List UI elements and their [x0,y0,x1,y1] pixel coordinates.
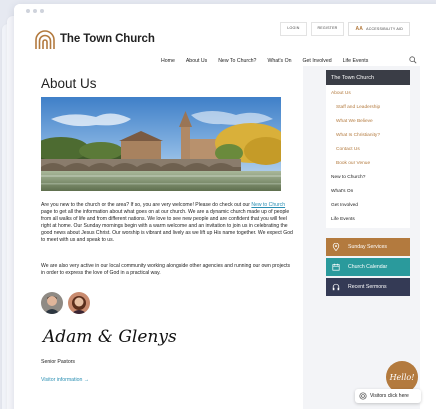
help-ring-icon [359,392,367,400]
utility-bar: LOGIN REGISTER AA ACCESSIBILITY AID [280,22,410,36]
sunday-services-label: Sunday Services [348,244,387,250]
nav-home[interactable]: Home [161,58,175,64]
sidebar-item-whats-on[interactable]: What's On [326,185,410,199]
new-to-church-link[interactable]: New to Church [251,202,285,208]
recent-sermons-button[interactable]: Recent Sermons [326,278,410,296]
visitors-click-here-label: Visitors click here [370,393,409,399]
sidebar-item-life-events[interactable]: Life Events [326,213,410,227]
recent-sermons-label: Recent Sermons [348,284,387,290]
login-button[interactable]: LOGIN [280,22,307,36]
sidebar-menu: About Us Staff and Leadership What We Be… [326,85,410,228]
register-button[interactable]: REGISTER [310,22,345,36]
nav-get-involved[interactable]: Get Involved [303,58,332,64]
intro-paragraph: Are you new to the church or the area? I… [41,202,293,245]
sidebar-item-get-involved[interactable]: Get Involved [326,199,410,213]
site-header: The Town Church LOGIN REGISTER AA ACCESS… [14,16,436,72]
nav-life-events[interactable]: Life Events [343,58,369,64]
intro-text-start: Are you new to the church or the area? I… [41,202,252,208]
church-arch-logo-icon[interactable] [34,30,56,50]
window-chrome [14,4,436,16]
church-calendar-label: Church Calendar [348,264,388,270]
window-dot [40,9,44,13]
pastor-adam-avatar [41,292,63,314]
main-nav: Home About Us New To Church? What's On G… [161,58,379,64]
calendar-icon [332,263,340,271]
sidebar-item-what-is-christianity[interactable]: What Is Christianity? [326,129,410,143]
search-icon[interactable] [409,56,417,64]
sunday-services-button[interactable]: Sunday Services [326,238,410,256]
sidebar-cta-group: Sunday Services Church Calendar Recent S… [326,238,410,296]
sidebar: The Town Church About Us Staff and Leade… [326,70,410,298]
map-pin-icon [332,243,340,251]
sidebar-item-staff-leadership[interactable]: Staff and Leadership [326,101,410,115]
sidebar-item-contact-us[interactable]: Contact Us [326,143,410,157]
site-title[interactable]: The Town Church [60,33,155,45]
sidebar-heading[interactable]: The Town Church [326,70,410,85]
sidebar-item-book-venue[interactable]: Book our Venue [326,157,410,171]
community-paragraph: We are also very active in our local com… [41,263,291,277]
senior-pastors-label: Senior Pastors [41,359,76,365]
nav-new-to-church[interactable]: New To Church? [218,58,256,64]
main-content: About Us Are you new to the church or th… [28,66,303,409]
pastors-signature: Adam & Glenys [41,327,177,347]
sidebar-item-about-us[interactable]: About Us [326,87,410,101]
visitor-information-link[interactable]: Visitor information → [41,377,89,383]
page-title: About Us [41,76,97,91]
window-dot [33,9,37,13]
content-area: About Us Are you new to the church or th… [28,66,420,409]
nav-about-us[interactable]: About Us [186,58,207,64]
church-calendar-button[interactable]: Church Calendar [326,258,410,276]
pastor-glenys-avatar [68,292,90,314]
headphones-icon [332,283,340,291]
accessibility-aid-button[interactable]: AA ACCESSIBILITY AID [348,22,410,36]
svg-text:Adam & Glenys: Adam & Glenys [41,327,177,347]
visitors-click-here-button[interactable]: Visitors click here [355,389,421,403]
nav-whats-on[interactable]: What's On [267,58,291,64]
window-dot [26,9,30,13]
accessibility-label: ACCESSIBILITY AID [366,27,403,31]
sidebar-item-what-we-believe[interactable]: What We Believe [326,115,410,129]
church-riverside-photo [41,97,281,191]
sidebar-item-new-to-church[interactable]: New to Church? [326,171,410,185]
intro-text-end: page to get all the information about wh… [41,209,293,244]
accessibility-aa-icon: AA [355,26,364,32]
